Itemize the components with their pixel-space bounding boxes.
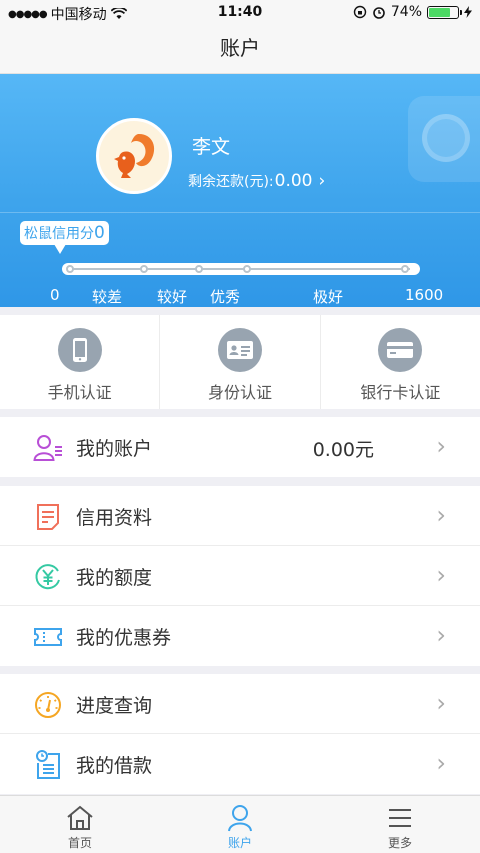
credit-score-track <box>62 263 420 275</box>
battery-icon <box>427 5 462 19</box>
alarm-icon <box>373 7 385 19</box>
squirrel-logo-icon <box>114 134 155 178</box>
progress-query-label: 进度查询 <box>76 695 153 717</box>
home-icon <box>66 804 94 832</box>
user-name: 李文 <box>192 136 231 158</box>
scale-level-3: 优秀 <box>210 288 241 306</box>
my-coupons-label: 我的优惠券 <box>76 627 172 649</box>
tab-home-label: 首页 <box>67 836 92 850</box>
credit-group: 信用资料 › 我的额度 › 我的优惠券 › <box>0 486 480 666</box>
id-verification-label: 身份认证 <box>207 383 272 402</box>
bank-card-verification-label: 银行卡认证 <box>360 383 441 402</box>
scale-level-2: 较好 <box>157 288 188 306</box>
my-account-value: 0.00元 <box>312 439 374 461</box>
calendar-list-icon <box>33 750 63 780</box>
my-loans-label: 我的借款 <box>76 755 153 777</box>
gauge-icon <box>33 690 63 720</box>
chevron-right-icon: › <box>436 621 446 649</box>
tab-account[interactable]: 账户 <box>160 796 320 853</box>
balance-value: 0.00 <box>274 171 313 191</box>
page-title: 账户 <box>0 26 480 74</box>
floating-assistive-button[interactable] <box>408 96 480 182</box>
tab-more-label: 更多 <box>387 836 412 850</box>
menu-icon <box>386 804 414 832</box>
ticket-icon <box>33 622 63 652</box>
account-group: 我的账户 0.00元 › <box>0 417 480 477</box>
chevron-right-icon: › <box>436 432 446 460</box>
chevron-right-icon: › <box>436 689 446 717</box>
credit-info-label: 信用资料 <box>76 507 153 529</box>
phone-verification-label: 手机认证 <box>47 383 112 402</box>
menu-item-credit-info[interactable]: 信用资料 › <box>0 486 480 546</box>
menu-item-my-loans[interactable]: 我的借款 › <box>0 734 480 794</box>
credit-score-label: 松鼠信用分 <box>24 226 94 242</box>
id-card-icon <box>217 328 262 372</box>
phone-icon <box>57 328 102 372</box>
phone-verification[interactable]: 手机认证 <box>0 315 161 409</box>
remaining-repayment[interactable]: 剩余还款(元): 0.00 › <box>188 171 325 191</box>
verification-row: 手机认证 身份认证 银行卡认证 <box>0 315 480 409</box>
id-verification[interactable]: 身份认证 <box>160 315 321 409</box>
battery-percent: 74% <box>390 4 422 20</box>
user-icon <box>226 804 254 832</box>
status-bar: ●●●●● 中国移动 11:40 74% <box>0 0 480 26</box>
user-account-icon <box>33 433 63 463</box>
scale-max: 1600 <box>405 286 444 304</box>
menu-item-progress-query[interactable]: 进度查询 › <box>0 674 480 734</box>
charging-icon <box>464 6 472 18</box>
scale-level-4: 极好 <box>313 288 344 306</box>
avatar[interactable] <box>96 118 172 194</box>
menu-item-my-quota[interactable]: 我的额度 › <box>0 546 480 606</box>
menu-item-my-coupons[interactable]: 我的优惠券 › <box>0 606 480 666</box>
chevron-right-icon: › <box>436 749 446 777</box>
document-icon <box>33 502 63 532</box>
my-account-label: 我的账户 <box>76 438 153 460</box>
tab-bar: 首页 账户 更多 <box>0 795 480 853</box>
profile-header: 李文 剩余还款(元): 0.00 › 松鼠信用分0 0 较差 较好 优秀 极好 … <box>0 74 480 307</box>
yen-icon <box>33 562 63 592</box>
tab-account-label: 账户 <box>227 836 252 850</box>
loan-group: 进度查询 › 我的借款 › <box>0 674 480 794</box>
my-quota-label: 我的额度 <box>76 567 153 589</box>
chevron-right-icon: › <box>318 171 326 191</box>
balance-label: 剩余还款(元): <box>188 174 274 190</box>
scale-min: 0 <box>50 286 60 304</box>
bank-card-verification[interactable]: 银行卡认证 <box>321 315 480 409</box>
bank-card-icon <box>378 328 423 372</box>
credit-score-bubble: 松鼠信用分0 <box>20 221 109 254</box>
credit-score-value: 0 <box>94 223 105 243</box>
scale-level-1: 较差 <box>92 288 123 306</box>
menu-item-my-account[interactable]: 我的账户 0.00元 › <box>0 417 480 477</box>
tab-home[interactable]: 首页 <box>0 796 160 853</box>
tab-more[interactable]: 更多 <box>320 796 480 853</box>
chevron-right-icon: › <box>436 561 446 589</box>
rotation-lock-icon <box>353 5 367 19</box>
chevron-right-icon: › <box>436 501 446 529</box>
